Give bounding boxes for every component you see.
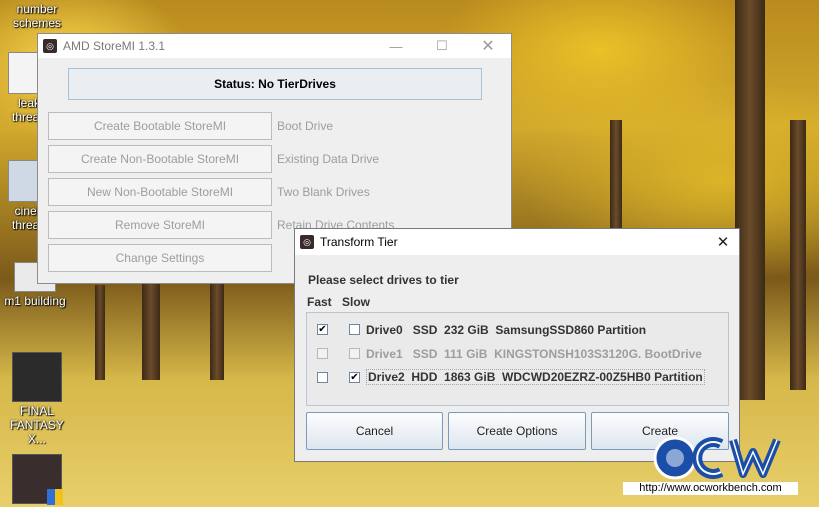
new-non-bootable-button[interactable]: New Non-Bootable StoreMI xyxy=(48,178,272,206)
button-label: New Non-Bootable StoreMI xyxy=(86,185,234,199)
change-settings-button[interactable]: Change Settings xyxy=(48,244,272,272)
slow-checkbox[interactable] xyxy=(349,348,360,359)
dialog-prompt: Please select drives to tier xyxy=(308,273,459,287)
slow-checkbox[interactable]: ✔ xyxy=(349,372,360,383)
title-bar: ◎ AMD StoreMI 1.3.1 — ☐ ✕ xyxy=(38,34,511,58)
status-text: Status: No TierDrives xyxy=(214,77,336,91)
status-banner: Status: No TierDrives xyxy=(68,68,482,100)
close-icon[interactable]: ✕ xyxy=(465,34,511,58)
maximize-icon[interactable]: ☐ xyxy=(419,34,465,58)
tree-trunk xyxy=(95,285,105,380)
shield-icon xyxy=(47,489,63,505)
storemi-app-icon xyxy=(12,454,63,505)
action-description: Boot Drive xyxy=(277,119,334,133)
desktop-icon-label: m1 building xyxy=(4,294,66,308)
tree-trunk xyxy=(610,120,622,230)
ocw-watermark-logo xyxy=(653,436,781,480)
benchmark-app-icon xyxy=(12,352,62,402)
fast-checkbox[interactable] xyxy=(317,372,328,383)
transform-tier-dialog: ◎ Transform Tier ✕ Please select drives … xyxy=(294,228,740,462)
button-label: Change Settings xyxy=(115,251,205,265)
create-non-bootable-button[interactable]: Create Non-Bootable StoreMI xyxy=(48,145,272,173)
drive-row: ✔ Drive2 HDD 1863 GiB WDCWD20EZRZ-00Z5HB… xyxy=(307,368,728,388)
remove-storemi-button[interactable]: Remove StoreMI xyxy=(48,211,272,239)
drive-label: Drive2 HDD 1863 GiB WDCWD20EZRZ-00Z5HB0 … xyxy=(366,369,705,385)
storemi-icon: ◎ xyxy=(300,235,314,249)
dialog-title: Transform Tier xyxy=(320,235,398,249)
button-label: Create Bootable StoreMI xyxy=(93,119,227,133)
drive-label: Drive0 SSD 232 GiB SamsungSSD860 Partiti… xyxy=(366,323,647,337)
button-label: Remove StoreMI xyxy=(114,218,206,232)
watermark-url: http://www.ocworkbench.com xyxy=(623,482,798,495)
fast-checkbox[interactable]: ✔ xyxy=(317,324,328,335)
button-label: Create Options xyxy=(476,424,558,438)
desktop-icon-label: FINAL FANTASY X... xyxy=(10,404,64,446)
tree-trunk xyxy=(790,120,806,390)
cancel-button[interactable]: Cancel xyxy=(306,412,443,450)
drive-row: ✔ Drive0 SSD 232 GiB SamsungSSD860 Parti… xyxy=(307,320,728,340)
slow-checkbox[interactable] xyxy=(349,324,360,335)
button-label: Create Non-Bootable StoreMI xyxy=(80,152,240,166)
desktop-icon-storemi[interactable] xyxy=(2,454,72,506)
button-label: Cancel xyxy=(355,424,394,438)
column-header-slow: Slow xyxy=(342,295,371,309)
close-icon[interactable]: ✕ xyxy=(707,229,739,255)
desktop-icon-number-schemes[interactable]: number schemes xyxy=(2,2,72,30)
drive-label: Drive1 SSD 111 GiB KINGSTONSH103S3120G. … xyxy=(366,347,702,361)
column-header-fast: Fast xyxy=(307,295,332,309)
desktop-icon-label: number schemes xyxy=(12,2,62,30)
drive-row: Drive1 SSD 111 GiB KINGSTONSH103S3120G. … xyxy=(307,344,728,364)
dialog-title-bar: ◎ Transform Tier ✕ xyxy=(295,229,739,255)
storemi-icon: ◎ xyxy=(43,39,57,53)
minimize-icon[interactable]: — xyxy=(373,34,419,58)
action-description: Existing Data Drive xyxy=(277,152,380,166)
create-options-button[interactable]: Create Options xyxy=(448,412,586,450)
action-description: Two Blank Drives xyxy=(277,185,370,199)
window-title: AMD StoreMI 1.3.1 xyxy=(63,39,166,53)
create-bootable-button[interactable]: Create Bootable StoreMI xyxy=(48,112,272,140)
drive-list: ✔ Drive0 SSD 232 GiB SamsungSSD860 Parti… xyxy=(306,312,729,406)
desktop-icon-final-fantasy[interactable]: FINAL FANTASY X... xyxy=(2,352,72,446)
fast-checkbox[interactable] xyxy=(317,348,328,359)
